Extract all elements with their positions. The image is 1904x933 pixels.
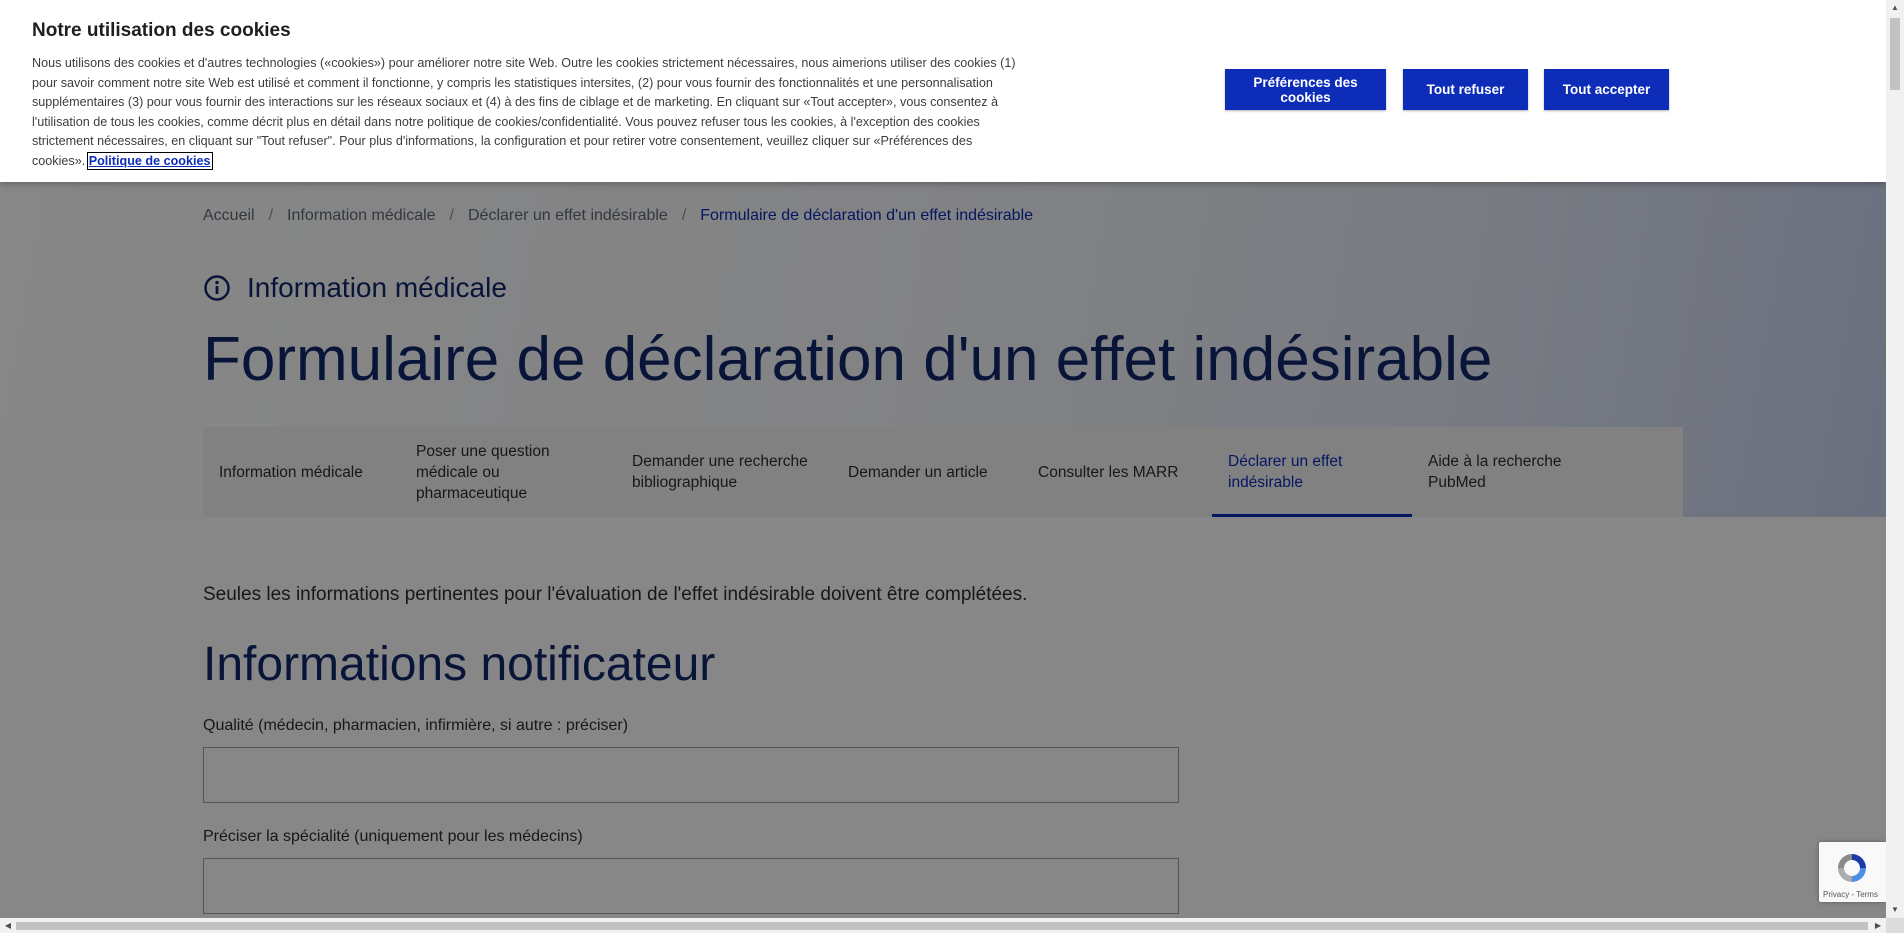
recaptcha-logo-icon — [1838, 854, 1866, 882]
scroll-left-icon[interactable]: ◀ — [0, 918, 16, 933]
refuse-all-button[interactable]: Tout refuser — [1403, 69, 1528, 110]
cookie-description: Nous utilisons des cookies et d'autres t… — [32, 56, 1016, 168]
cookie-preferences-button[interactable]: Préférences des cookies — [1225, 69, 1386, 110]
vertical-scrollbar[interactable]: ▲ ▼ — [1886, 0, 1904, 918]
cookie-banner: Notre utilisation des cookies Nous utili… — [0, 0, 1886, 182]
horizontal-scrollbar[interactable]: ◀ ▶ — [0, 918, 1886, 933]
cookie-banner-text: Nous utilisons des cookies et d'autres t… — [32, 54, 1027, 171]
cookie-banner-title: Notre utilisation des cookies — [32, 20, 291, 41]
scrollbar-corner — [1886, 918, 1904, 933]
scroll-down-icon[interactable]: ▼ — [1886, 902, 1904, 918]
scroll-up-icon[interactable]: ▲ — [1886, 0, 1904, 16]
accept-all-button[interactable]: Tout accepter — [1544, 69, 1669, 110]
horizontal-scroll-thumb[interactable] — [16, 922, 1868, 930]
recaptcha-badge[interactable]: Privacy - Terms — [1819, 842, 1886, 902]
scroll-right-icon[interactable]: ▶ — [1870, 918, 1886, 933]
recaptcha-text[interactable]: Privacy - Terms — [1823, 890, 1878, 899]
cookie-policy-link[interactable]: Politique de cookies — [86, 151, 213, 170]
vertical-scroll-thumb[interactable] — [1890, 18, 1900, 90]
